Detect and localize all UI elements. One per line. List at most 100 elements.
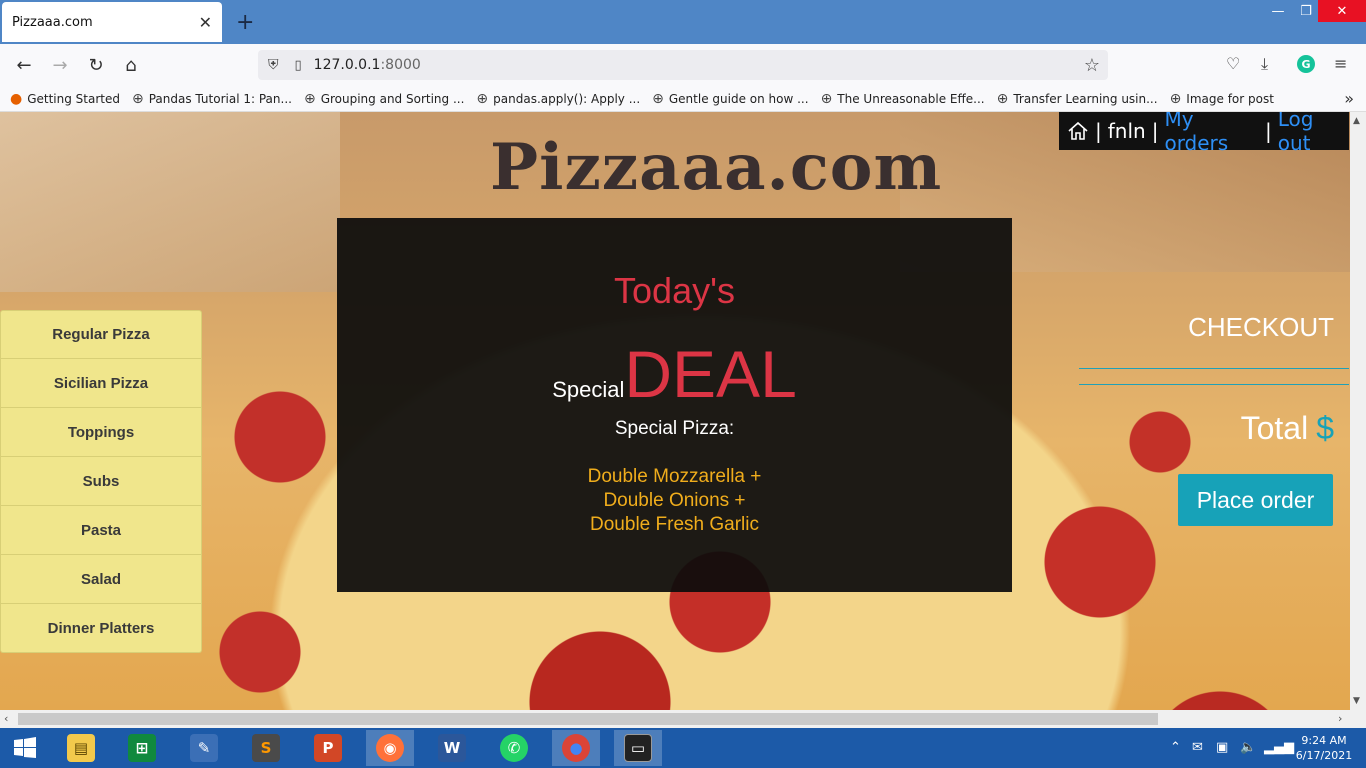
bookmark-label: pandas.apply(): Apply ...: [493, 91, 641, 106]
scroll-down-icon[interactable]: ▼: [1353, 696, 1360, 706]
bookmark-label: Image for post: [1186, 91, 1274, 106]
browser-toolbar: ← → ↻ ⌂ ⛨ ▯ 127.0.0.1:8000 ☆ ♡ ⤓ ≡: [0, 44, 1366, 86]
checkout-total: Total $: [1120, 410, 1334, 447]
bookmark-label: Grouping and Sorting ...: [320, 91, 465, 106]
firefox-icon: ◉: [376, 734, 404, 762]
download-icon[interactable]: ⤓: [1261, 54, 1268, 74]
bookmarks-overflow-icon[interactable]: »: [1344, 89, 1354, 108]
deal-heading: SpecialDEAL: [337, 336, 1012, 412]
taskbar-store[interactable]: ⊞: [118, 730, 166, 766]
taskbar-firefox[interactable]: ◉: [366, 730, 414, 766]
bookmark-star-icon[interactable]: ☆: [1084, 55, 1100, 76]
globe-icon: ⊕: [996, 90, 1009, 107]
my-orders-link[interactable]: My orders: [1164, 112, 1259, 155]
chrome-icon: ●: [562, 734, 590, 762]
place-order-button[interactable]: Place order: [1178, 474, 1333, 526]
taskbar-clock[interactable]: 9:24 AM 6/17/2021: [1292, 733, 1356, 763]
deal-todays: Today's: [614, 270, 735, 311]
taskbar-app[interactable]: ✎: [180, 730, 228, 766]
taskbar-file-explorer[interactable]: ▤: [57, 730, 105, 766]
start-button[interactable]: [1, 730, 49, 766]
scroll-right-icon[interactable]: ›: [1338, 712, 1342, 725]
bookmark-label: Gentle guide on how ...: [668, 91, 809, 106]
bookmark-item[interactable]: ⊕ pandas.apply(): Apply ...: [476, 91, 640, 107]
total-label: Total: [1240, 410, 1309, 446]
bookmark-item[interactable]: ⊕ The Unreasonable Effe...: [821, 91, 985, 107]
taskbar-whatsapp[interactable]: ✆: [490, 730, 538, 766]
forward-icon[interactable]: →: [47, 52, 73, 78]
page-icon: ▯: [294, 57, 302, 73]
checkout-divider: [1079, 384, 1349, 385]
folder-icon: ▤: [67, 734, 95, 762]
home-icon[interactable]: ⌂: [118, 52, 144, 78]
top-nav: | fnln | My orders | Log out: [1059, 112, 1349, 155]
globe-icon: ⊕: [1169, 90, 1182, 107]
browser-titlebar: Pizzaaa.com ✕ + — ❐ ✕: [0, 0, 1366, 44]
bookmark-item[interactable]: ⊕ Grouping and Sorting ...: [304, 91, 464, 107]
volume-icon[interactable]: 🔈: [1240, 740, 1256, 755]
close-tab-icon[interactable]: ✕: [199, 13, 212, 32]
bookmark-label: Transfer Learning usin...: [1013, 91, 1158, 106]
menu-item-pasta[interactable]: Pasta: [0, 506, 202, 555]
browser-tab[interactable]: Pizzaaa.com ✕: [2, 2, 222, 42]
deal-line: Double Fresh Garlic: [590, 514, 759, 535]
taskbar-terminal[interactable]: ▭: [614, 730, 662, 766]
scroll-up-icon[interactable]: ▲: [1353, 116, 1360, 126]
shield-icon[interactable]: ⛨: [268, 57, 279, 73]
scroll-thumb[interactable]: [18, 713, 1158, 725]
whatsapp-icon: ✆: [500, 734, 528, 762]
pocket-icon[interactable]: ♡: [1226, 54, 1240, 73]
taskbar-chrome[interactable]: ●: [552, 730, 600, 766]
bookmark-item[interactable]: ⊕ Gentle guide on how ...: [652, 91, 808, 107]
home-icon[interactable]: [1067, 120, 1089, 142]
url-host: 127.0.0.1: [313, 57, 381, 73]
menu-item-dinner-platters[interactable]: Dinner Platters: [0, 604, 202, 653]
menu-item-salad[interactable]: Salad: [0, 555, 202, 604]
reload-icon[interactable]: ↻: [83, 52, 109, 78]
deal-line: Double Onions +: [603, 490, 746, 511]
scroll-left-icon[interactable]: ‹: [4, 712, 8, 725]
clock-time: 9:24 AM: [1301, 734, 1347, 747]
taskbar-sublime[interactable]: S: [242, 730, 290, 766]
nav-separator: |: [1095, 119, 1102, 143]
url-text[interactable]: 127.0.0.1:8000: [314, 57, 421, 73]
taskbar-powerpoint[interactable]: P: [304, 730, 352, 766]
menu-item-toppings[interactable]: Toppings: [0, 408, 202, 457]
menu-item-regular-pizza[interactable]: Regular Pizza: [0, 310, 202, 359]
new-tab-icon[interactable]: +: [236, 10, 254, 35]
bookmark-item[interactable]: ⊕ Image for post: [1170, 91, 1274, 107]
globe-icon: ⊕: [303, 90, 316, 107]
grammarly-icon[interactable]: G: [1297, 55, 1315, 73]
tray-app-icon[interactable]: ✉: [1192, 740, 1203, 755]
menu-item-sicilian-pizza[interactable]: Sicilian Pizza: [0, 359, 202, 408]
close-window-icon[interactable]: ✕: [1318, 0, 1366, 22]
site-title: Pizzaaa.com: [490, 130, 943, 205]
menu-item-subs[interactable]: Subs: [0, 457, 202, 506]
url-bar[interactable]: ⛨ ▯ 127.0.0.1:8000 ☆: [258, 50, 1108, 80]
tray-expand-icon[interactable]: ⌃: [1170, 740, 1181, 755]
globe-icon: ⊕: [652, 90, 664, 107]
deal-panel: Today's SpecialDEAL Special Pizza: Doubl…: [337, 218, 1012, 592]
globe-icon: ⊕: [132, 90, 144, 107]
horizontal-scrollbar[interactable]: ‹ ›: [0, 710, 1366, 728]
tray-network-icon[interactable]: ▣: [1216, 740, 1228, 755]
bookmark-item[interactable]: ⊕ Transfer Learning usin...: [997, 91, 1158, 107]
deal-line: Double Mozzarella +: [587, 466, 762, 487]
powerpoint-icon: P: [314, 734, 342, 762]
log-out-link[interactable]: Log out: [1278, 112, 1349, 155]
app-icon: ✎: [190, 734, 218, 762]
sublime-icon: S: [252, 734, 280, 762]
checkout-title: CHECKOUT: [1188, 312, 1334, 342]
wifi-icon[interactable]: ▂▄▆: [1264, 740, 1294, 755]
bookmark-item[interactable]: ● Getting Started: [10, 91, 120, 107]
globe-icon: ⊕: [476, 90, 489, 107]
taskbar-word[interactable]: W: [428, 730, 476, 766]
total-currency: $: [1316, 410, 1334, 446]
firefox-icon: ●: [10, 90, 23, 107]
vertical-scrollbar[interactable]: ▲ ▼: [1350, 112, 1366, 710]
menu-icon[interactable]: ≡: [1334, 54, 1347, 73]
back-icon[interactable]: ←: [11, 52, 37, 78]
terminal-icon: ▭: [624, 734, 652, 762]
bookmark-item[interactable]: ⊕ Pandas Tutorial 1: Pan...: [132, 91, 292, 107]
page-viewport: Pizzaaa.com | fnln | My orders | Log out…: [0, 112, 1350, 710]
